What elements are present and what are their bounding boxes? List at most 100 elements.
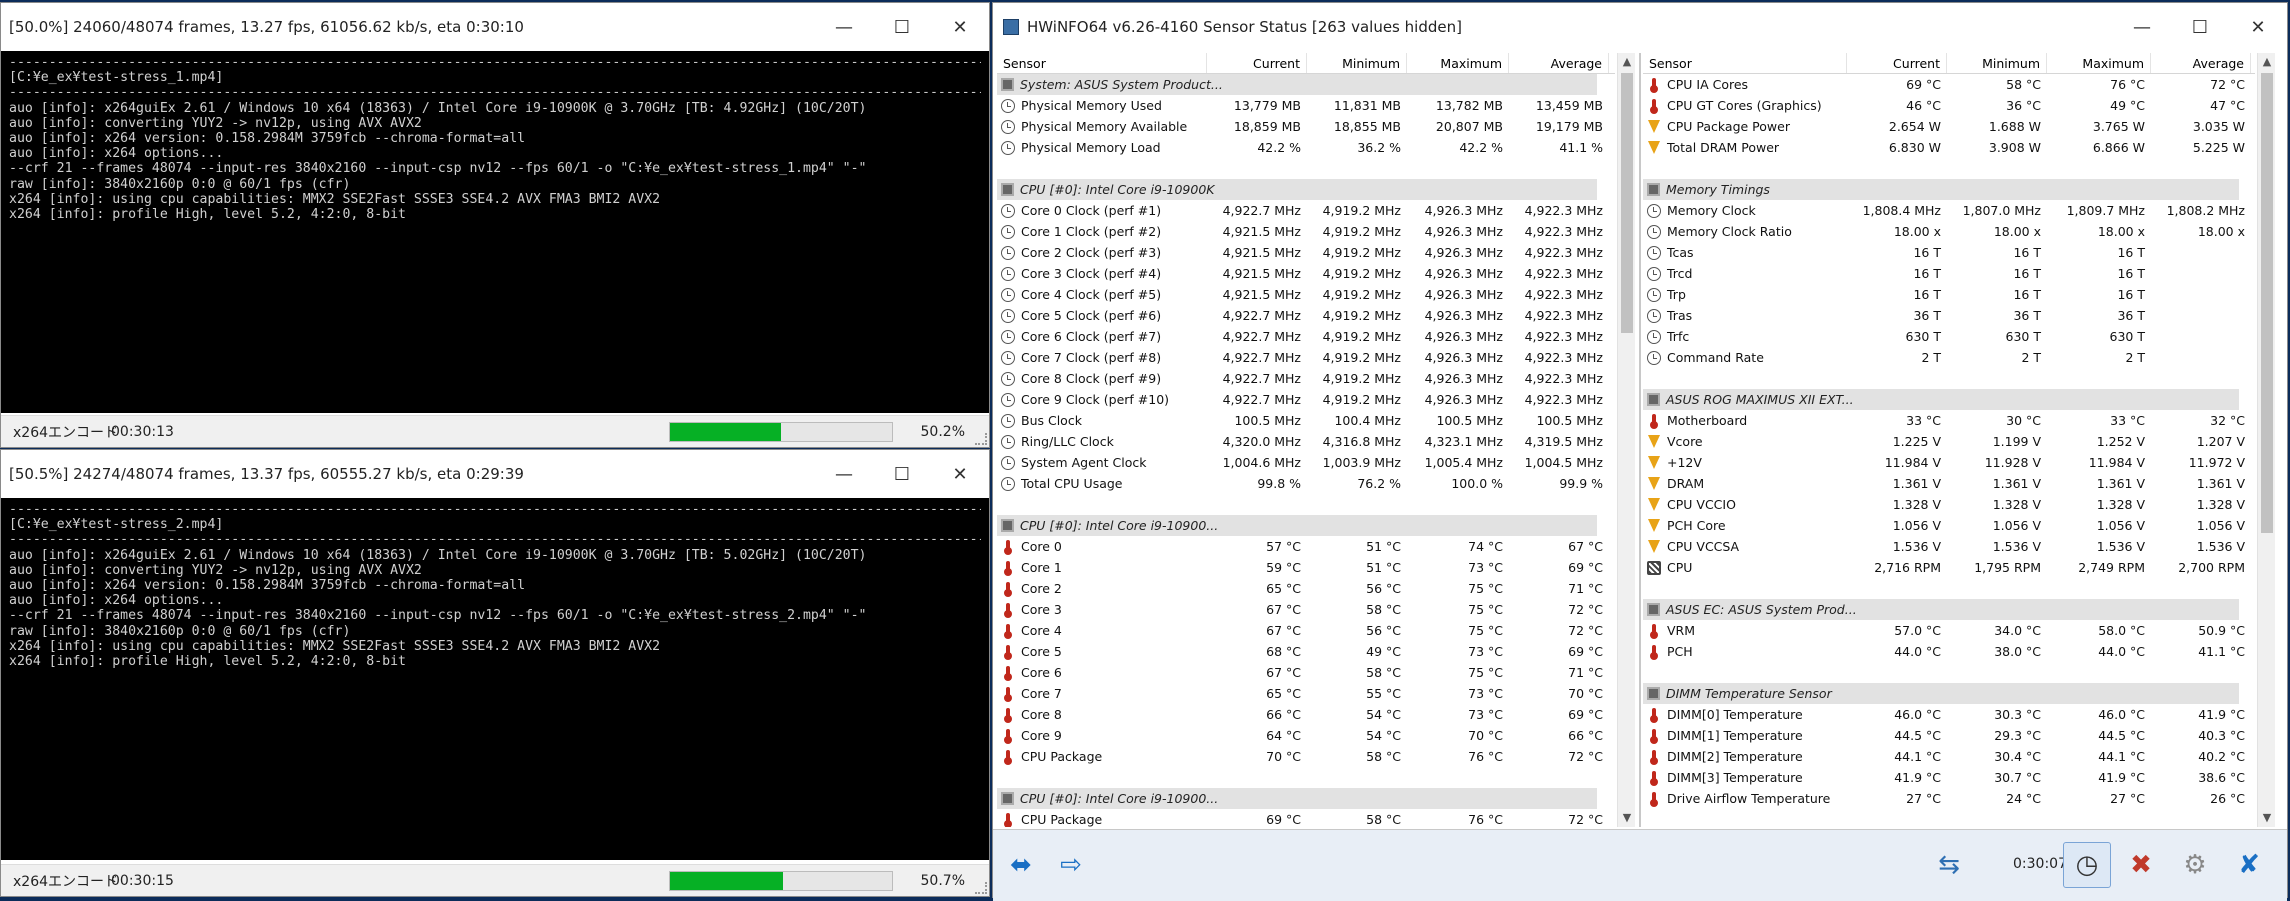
sensor-row[interactable]: Core 7 Clock (perf #8) 4,922.7 MHz 4,919.2…	[997, 347, 1615, 368]
sensor-row[interactable]: CPU VCCSA 1.536 V 1.536 V 1.536 V 1.536 V	[1643, 536, 2255, 557]
sensor-row[interactable]: Motherboard 33 °C 30 °C 33 °C 32 °C	[1643, 410, 2255, 431]
minimize-button[interactable]: —	[2113, 3, 2171, 51]
sensor-row[interactable]: CPU IA Cores 69 °C 58 °C 76 °C 72 °C	[1643, 74, 2255, 95]
sensor-row[interactable]: Core 5 68 °C 49 °C 73 °C 69 °C	[997, 641, 1615, 662]
sensor-group-header[interactable]: CPU [#0]: Intel Core i9-10900...	[997, 788, 1615, 809]
sensor-row[interactable]: DRAM 1.361 V 1.361 V 1.361 V 1.361 V	[1643, 473, 2255, 494]
column-header-row[interactable]: Sensor Current Minimum Maximum Average	[997, 53, 1615, 74]
sensor-row[interactable]: Trcd 16 T 16 T 16 T	[1643, 263, 2255, 284]
sensor-table-right[interactable]: Sensor Current Minimum Maximum Average CPU IA…	[1643, 53, 2255, 827]
sensor-row[interactable]: VRM 57.0 °C 34.0 °C 58.0 °C 50.9 °C	[1643, 620, 2255, 641]
sensor-row[interactable]: DIMM[2] Temperature 44.1 °C 30.4 °C 44.1 °C…	[1643, 746, 2255, 767]
scroll-down-arrow[interactable]: ▼	[2258, 809, 2276, 827]
sensor-row[interactable]: DIMM[1] Temperature 44.5 °C 29.3 °C 44.5 °C…	[1643, 725, 2255, 746]
sensor-group-header[interactable]: ASUS ROG MAXIMUS XII EXT...	[1643, 389, 2255, 410]
sensor-row[interactable]: System Agent Clock 1,004.6 MHz 1,003.9 MHz…	[997, 452, 1615, 473]
sensor-row[interactable]: Core 1 59 °C 51 °C 73 °C 69 °C	[997, 557, 1615, 578]
scroll-up-arrow[interactable]: ▲	[1618, 53, 1636, 71]
column-header-current[interactable]: Current	[1847, 53, 1947, 73]
sensor-group-header[interactable]: CPU [#0]: Intel Core i9-10900...	[997, 515, 1615, 536]
sensor-row[interactable]: Core 2 65 °C 56 °C 75 °C 71 °C	[997, 578, 1615, 599]
sensor-row[interactable]: Physical Memory Used 13,779 MB 11,831 MB 13…	[997, 95, 1615, 116]
sensor-row[interactable]: CPU 2,716 RPM 1,795 RPM 2,749 RPM 2,700 RPM	[1643, 557, 2255, 578]
close-button[interactable]: ✕	[2229, 3, 2287, 51]
sensor-row[interactable]: DIMM[0] Temperature 46.0 °C 30.3 °C 46.0 °C…	[1643, 704, 2255, 725]
maximize-button[interactable]: ☐	[2171, 3, 2229, 51]
scrollbar-left[interactable]: ▲ ▼	[1617, 53, 1635, 827]
sensor-group-header[interactable]: Memory Timings	[1643, 179, 2255, 200]
scroll-thumb[interactable]	[2261, 73, 2273, 533]
expand-arrows-icon[interactable]: ⬌	[997, 842, 1045, 888]
sensor-row[interactable]: Vcore 1.225 V 1.199 V 1.252 V 1.207 V	[1643, 431, 2255, 452]
sensor-row[interactable]: Command Rate 2 T 2 T 2 T	[1643, 347, 2255, 368]
sensor-table-left[interactable]: Sensor Current Minimum Maximum Average System…	[997, 53, 1615, 827]
close-app-icon[interactable]: ✘	[2225, 842, 2273, 888]
title-bar[interactable]: [50.0%] 24060/48074 frames, 13.27 fps, 6…	[1, 3, 989, 51]
sensor-row[interactable]: Core 8 66 °C 54 °C 73 °C 69 °C	[997, 704, 1615, 725]
scroll-thumb[interactable]	[1621, 73, 1633, 333]
settings-icon[interactable]: ⚙	[2171, 842, 2219, 888]
column-header-maximum[interactable]: Maximum	[1407, 53, 1509, 73]
sensor-row[interactable]: PCH 44.0 °C 38.0 °C 44.0 °C 41.1 °C	[1643, 641, 2255, 662]
column-header-minimum[interactable]: Minimum	[1307, 53, 1407, 73]
sensor-row[interactable]: CPU Package Power 2.654 W 1.688 W 3.765 W 3.…	[1643, 116, 2255, 137]
column-header-row[interactable]: Sensor Current Minimum Maximum Average	[1643, 53, 2255, 74]
scrollbar-right[interactable]: ▲ ▼	[2257, 53, 2275, 827]
sensor-row[interactable]: CPU GT Cores (Graphics) 46 °C 36 °C 49 °C 47…	[1643, 95, 2255, 116]
pane-splitter[interactable]	[1639, 53, 1641, 827]
close-button[interactable]: ✕	[931, 450, 989, 498]
close-button[interactable]: ✕	[931, 3, 989, 51]
sensor-group-header[interactable]: ASUS EC: ASUS System Prod...	[1643, 599, 2255, 620]
sensor-group-header[interactable]: CPU [#0]: Intel Core i9-10900K	[997, 179, 1615, 200]
sensor-row[interactable]: Core 0 Clock (perf #1) 4,922.7 MHz 4,919.2…	[997, 200, 1615, 221]
column-header-sensor[interactable]: Sensor	[1643, 53, 1847, 73]
sensor-row[interactable]: +12V 11.984 V 11.928 V 11.984 V 11.972 V	[1643, 452, 2255, 473]
maximize-button[interactable]: ☐	[873, 450, 931, 498]
scroll-down-arrow[interactable]: ▼	[1618, 809, 1636, 827]
sensor-row[interactable]: Trfc 630 T 630 T 630 T	[1643, 326, 2255, 347]
sensor-row[interactable]: CPU VCCIO 1.328 V 1.328 V 1.328 V 1.328 V	[1643, 494, 2255, 515]
title-bar[interactable]: HWiNFO64 v6.26-4160 Sensor Status [263 v…	[993, 3, 2287, 51]
clock-icon[interactable]: ◷	[2063, 842, 2111, 888]
sensor-row[interactable]: Core 9 64 °C 54 °C 70 °C 66 °C	[997, 725, 1615, 746]
sensor-row[interactable]: CPU Package 70 °C 58 °C 76 °C 72 °C	[997, 746, 1615, 767]
sensor-row[interactable]: Memory Clock Ratio 18.00 x 18.00 x 18.00 x 1…	[1643, 221, 2255, 242]
sensor-row[interactable]: Drive Airflow Temperature 27 °C 24 °C 27 °C…	[1643, 788, 2255, 809]
sensor-row[interactable]: Bus Clock 100.5 MHz 100.4 MHz 100.5 MHz 100.…	[997, 410, 1615, 431]
scroll-up-arrow[interactable]: ▲	[2258, 53, 2276, 71]
column-header-average[interactable]: Average	[1509, 53, 1609, 73]
sensor-row[interactable]: Core 6 67 °C 58 °C 75 °C 71 °C	[997, 662, 1615, 683]
sensor-row[interactable]: DIMM[3] Temperature 41.9 °C 30.7 °C 41.9 °C…	[1643, 767, 2255, 788]
sensor-row[interactable]: Core 0 57 °C 51 °C 74 °C 67 °C	[997, 536, 1615, 557]
sensor-group-header[interactable]: System: ASUS System Product...	[997, 74, 1615, 95]
maximize-button[interactable]: ☐	[873, 3, 931, 51]
sensor-row[interactable]: Memory Clock 1,808.4 MHz 1,807.0 MHz 1,809.…	[1643, 200, 2255, 221]
resize-grip[interactable]	[975, 882, 987, 894]
sensor-row[interactable]: Core 9 Clock (perf #10) 4,922.7 MHz 4,919.…	[997, 389, 1615, 410]
sensor-group-header[interactable]: DIMM Temperature Sensor	[1643, 683, 2255, 704]
sensor-row[interactable]: Core 3 Clock (perf #4) 4,921.5 MHz 4,919.2…	[997, 263, 1615, 284]
sensor-row[interactable]: Core 7 65 °C 55 °C 73 °C 70 °C	[997, 683, 1615, 704]
column-header-sensor[interactable]: Sensor	[997, 53, 1207, 73]
network-icon[interactable]: ⇆	[1925, 842, 1973, 888]
sensor-row[interactable]: PCH Core 1.056 V 1.056 V 1.056 V 1.056 V	[1643, 515, 2255, 536]
collapse-arrows-icon[interactable]: ⇨	[1047, 842, 1095, 888]
minimize-button[interactable]: —	[815, 450, 873, 498]
sensor-row[interactable]: Tras 36 T 36 T 36 T	[1643, 305, 2255, 326]
sensor-row[interactable]: Total CPU Usage 99.8 % 76.2 % 100.0 % 99.9 %	[997, 473, 1615, 494]
resize-grip[interactable]	[975, 433, 987, 445]
sensor-row[interactable]: Core 3 67 °C 58 °C 75 °C 72 °C	[997, 599, 1615, 620]
sensor-row[interactable]: Core 4 Clock (perf #5) 4,921.5 MHz 4,919.2…	[997, 284, 1615, 305]
sensor-row[interactable]: Physical Memory Load 42.2 % 36.2 % 42.2 % 41…	[997, 137, 1615, 158]
sensor-row[interactable]: Trp 16 T 16 T 16 T	[1643, 284, 2255, 305]
sensor-row[interactable]: Tcas 16 T 16 T 16 T	[1643, 242, 2255, 263]
reset-icon[interactable]: ✖	[2117, 842, 2165, 888]
minimize-button[interactable]: —	[815, 3, 873, 51]
sensor-row[interactable]: Core 8 Clock (perf #9) 4,922.7 MHz 4,919.2…	[997, 368, 1615, 389]
sensor-row[interactable]: Core 5 Clock (perf #6) 4,922.7 MHz 4,919.2…	[997, 305, 1615, 326]
column-header-minimum[interactable]: Minimum	[1947, 53, 2047, 73]
sensor-row[interactable]: CPU Package 69 °C 58 °C 76 °C 72 °C	[997, 809, 1615, 827]
sensor-row[interactable]: Core 1 Clock (perf #2) 4,921.5 MHz 4,919.2…	[997, 221, 1615, 242]
column-header-maximum[interactable]: Maximum	[2047, 53, 2151, 73]
sensor-row[interactable]: Total DRAM Power 6.830 W 3.908 W 6.866 W 5.2…	[1643, 137, 2255, 158]
